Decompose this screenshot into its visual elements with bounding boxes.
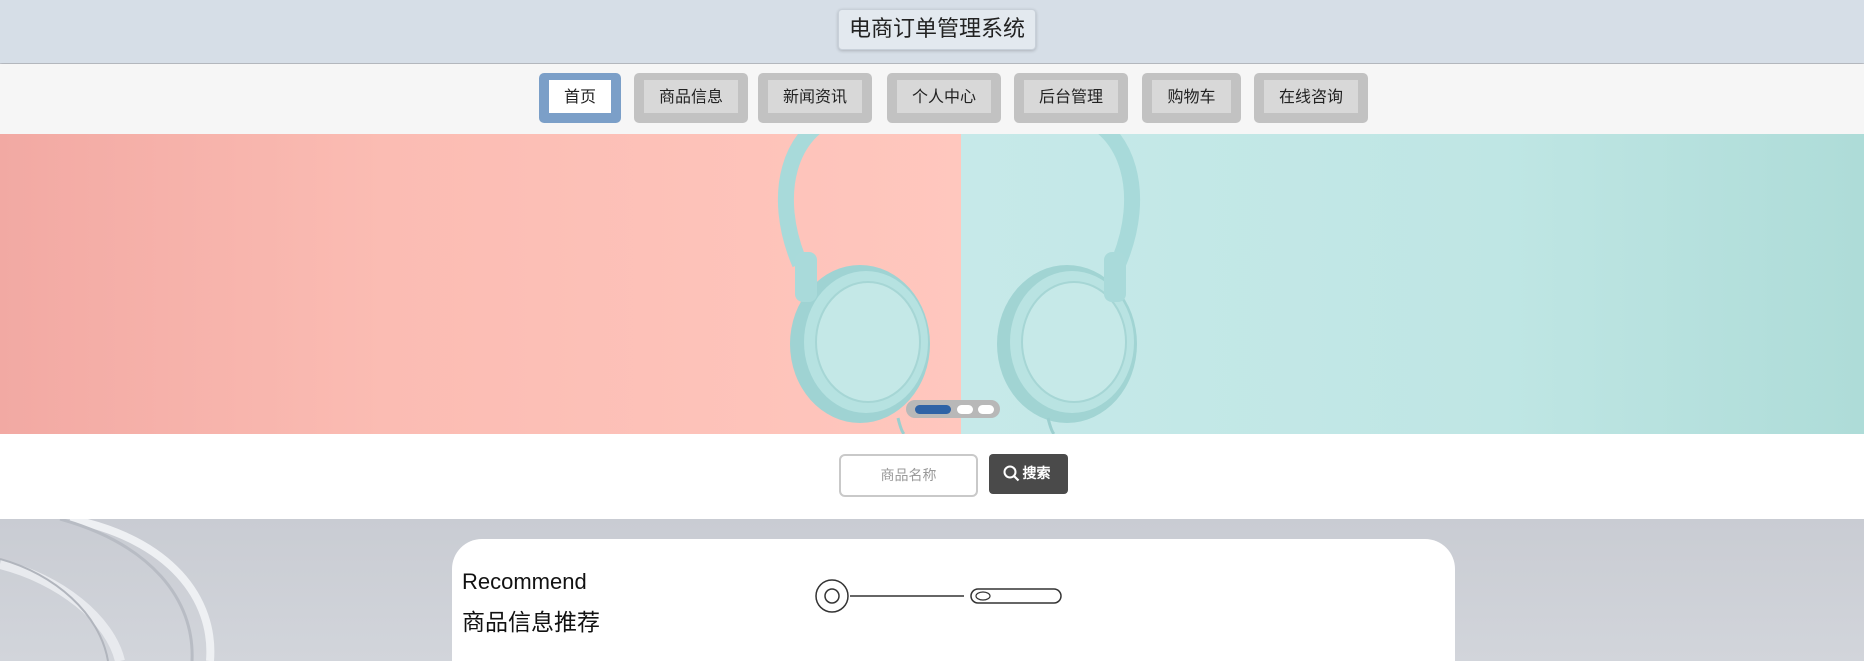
nav-item-label: 后台管理 — [1024, 80, 1118, 113]
nav-item-label: 新闻资讯 — [768, 80, 862, 113]
site-title: 电商订单管理系统 — [838, 9, 1037, 50]
main-nav: 首页 商品信息 新闻资讯 个人中心 后台管理 购物车 在线咨询 — [0, 64, 1864, 134]
nav-item-products[interactable]: 商品信息 — [634, 73, 748, 123]
search-bar: 搜索 — [0, 434, 1864, 519]
search-button[interactable]: 搜索 — [989, 454, 1068, 494]
recommend-title-cn: 商品信息推荐 — [462, 610, 600, 636]
carousel-dot-2[interactable] — [957, 405, 973, 414]
search-icon — [1003, 465, 1020, 482]
recommend-section: Recommend 商品信息推荐 — [0, 519, 1864, 661]
search-input[interactable] — [839, 454, 978, 497]
recommend-card: Recommend 商品信息推荐 — [452, 539, 1455, 661]
nav-item-label: 购物车 — [1152, 80, 1231, 113]
nav-item-home[interactable]: 首页 — [539, 73, 621, 123]
decorative-divider — [815, 579, 1062, 613]
nav-item-consult[interactable]: 在线咨询 — [1254, 73, 1368, 123]
recommend-title-en: Recommend — [462, 569, 587, 594]
site-header: 电商订单管理系统 — [0, 0, 1864, 63]
nav-item-profile[interactable]: 个人中心 — [887, 73, 1001, 123]
banner-carousel[interactable] — [0, 134, 1864, 434]
nav-item-label: 商品信息 — [644, 80, 738, 113]
nav-item-admin[interactable]: 后台管理 — [1014, 73, 1128, 123]
nav-item-label: 首页 — [549, 80, 611, 113]
headphones-image — [777, 134, 1141, 434]
nav-item-label: 在线咨询 — [1264, 80, 1358, 113]
search-button-label: 搜索 — [1022, 466, 1051, 482]
nav-item-label: 个人中心 — [897, 80, 991, 113]
carousel-dot-1[interactable] — [915, 405, 951, 414]
decorative-plate-image — [0, 519, 215, 661]
nav-item-cart[interactable]: 购物车 — [1142, 73, 1241, 123]
carousel-indicators — [906, 400, 1000, 418]
nav-item-news[interactable]: 新闻资讯 — [758, 73, 872, 123]
carousel-dot-3[interactable] — [978, 405, 994, 414]
